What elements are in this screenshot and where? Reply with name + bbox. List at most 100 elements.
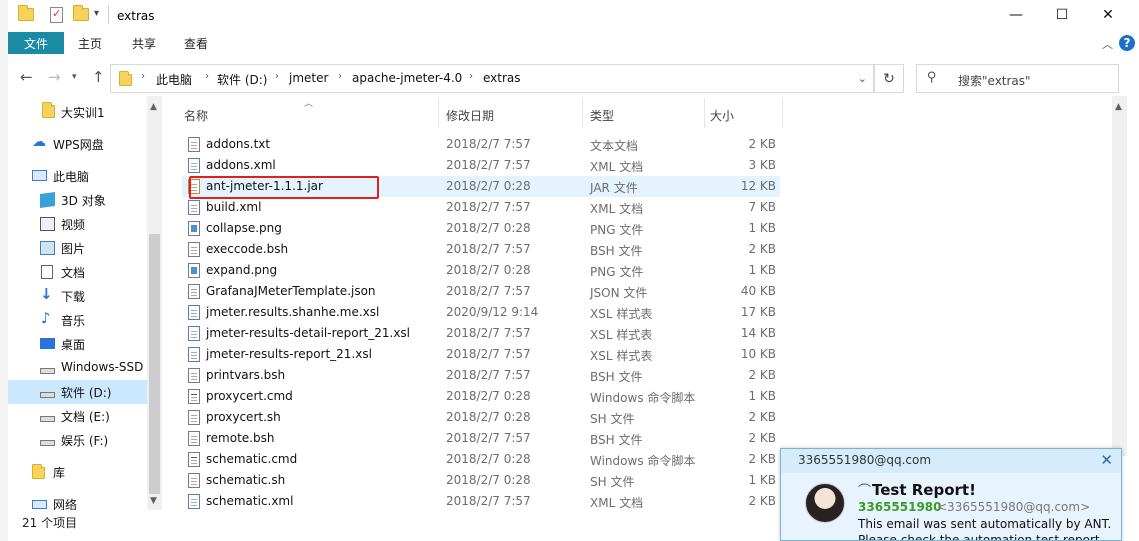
column-divider[interactable] [438, 98, 439, 128]
search-input[interactable]: ⚲ 搜索"extras" [916, 64, 1119, 93]
minimize-button[interactable]: — [993, 0, 1039, 30]
address-bar[interactable]: › 此电脑 › 软件 (D:) › jmeter › apache-jmeter… [110, 64, 874, 93]
file-type: BSH 文件 [590, 370, 643, 384]
file-name: GrafanaJMeterTemplate.json [206, 284, 376, 298]
scroll-up-icon[interactable]: ▲ [150, 102, 157, 112]
file-row[interactable]: jmeter.results.shanhe.me.xsl 2020/9/12 9:… [182, 302, 780, 323]
attachment-icon: ⌒ [858, 484, 872, 499]
column-divider[interactable] [782, 98, 783, 128]
refresh-button[interactable]: ↻ [874, 64, 904, 93]
breadcrumb-apache-jmeter[interactable]: apache-jmeter-4.0 [352, 71, 462, 85]
breadcrumb-extras[interactable]: extras [483, 71, 521, 85]
file-name: proxycert.cmd [206, 389, 293, 403]
refresh-icon: ↻ [883, 70, 895, 87]
file-row[interactable]: proxycert.sh 2018/2/7 0:28 SH 文件 2 KB [182, 407, 780, 428]
nav-item-videos[interactable]: 视频 [8, 212, 147, 236]
nav-item-libraries[interactable]: 库 [8, 460, 147, 484]
nav-scrollbar[interactable]: ▲ ▼ [147, 96, 162, 510]
ribbon-tabs: 文件 主页 共享 查看 ︿ ? [8, 32, 1139, 56]
file-list-scrollbar[interactable]: ▲ [1112, 96, 1127, 456]
file-size: 10 KB [740, 347, 776, 361]
file-name: schematic.sh [206, 473, 286, 487]
title-divider [108, 6, 109, 24]
file-date: 2018/2/7 7:57 [446, 158, 531, 172]
file-row[interactable]: jmeter-results-detail-report_21.xsl 2018/… [182, 323, 780, 344]
breadcrumb-separator-icon[interactable]: › [205, 71, 209, 82]
breadcrumb-this-pc[interactable]: 此电脑 [156, 71, 192, 88]
nav-item-music[interactable]: ♪ 音乐 [8, 308, 147, 332]
column-header-size[interactable]: 大小 [710, 107, 734, 124]
file-row[interactable]: execcode.bsh 2018/2/7 7:57 BSH 文件 2 KB [182, 239, 780, 260]
help-icon[interactable]: ? [1119, 35, 1135, 51]
nav-item-3d-objects[interactable]: 3D 对象 [8, 188, 147, 212]
new-folder-icon[interactable] [73, 5, 89, 21]
file-row[interactable]: build.xml 2018/2/7 7:57 XML 文档 7 KB [182, 197, 780, 218]
nav-item-drive-d[interactable]: 软件 (D:) [8, 380, 147, 404]
address-dropdown-chevron-icon[interactable]: ⌄ [858, 72, 867, 85]
3d-objects-icon [40, 191, 55, 209]
column-header-name[interactable]: 名称 [184, 107, 208, 124]
close-icon[interactable]: ✕ [1100, 451, 1113, 469]
file-row[interactable]: collapse.png 2018/2/7 0:28 PNG 文件 1 KB [182, 218, 780, 239]
tab-home[interactable]: 主页 [68, 32, 112, 54]
tab-share[interactable]: 共享 [122, 32, 166, 54]
expand-ribbon-chevron-icon[interactable]: ︿ [1102, 36, 1113, 52]
title-bar: ▾ extras — ☐ ✕ [8, 0, 1139, 32]
forward-arrow-icon[interactable]: → [48, 68, 61, 86]
file-date: 2018/2/7 7:57 [446, 137, 531, 151]
nav-item-windows-ssd[interactable]: Windows-SSD [8, 356, 147, 380]
file-row[interactable]: addons.xml 2018/2/7 7:57 XML 文档 3 KB [182, 155, 780, 176]
column-header-type[interactable]: 类型 [590, 107, 614, 124]
file-row[interactable]: expand.png 2018/2/7 0:28 PNG 文件 1 KB [182, 260, 780, 281]
file-type: JSON 文件 [590, 286, 648, 300]
breadcrumb-drive-d[interactable]: 软件 (D:) [217, 71, 267, 88]
file-row[interactable]: proxycert.cmd 2018/2/7 0:28 Windows 命令脚本 1 … [182, 386, 780, 407]
nav-item-this-pc[interactable]: 此电脑 [8, 164, 147, 188]
file-row[interactable]: schematic.sh 2018/2/7 0:28 SH 文件 1 KB [182, 470, 780, 491]
back-arrow-icon[interactable]: ← [20, 68, 33, 86]
file-row[interactable]: schematic.xml 2018/2/7 7:57 XML 文档 2 KB [182, 491, 780, 512]
file-row[interactable]: addons.txt 2018/2/7 7:57 文本文档 2 KB [182, 134, 780, 155]
image-file-icon [188, 221, 200, 236]
breadcrumb-separator-icon[interactable]: › [338, 71, 342, 82]
nav-item-downloads[interactable]: ↓ 下载 [8, 284, 147, 308]
recent-locations-chevron-icon[interactable]: ▾ [72, 72, 77, 82]
nav-item-drive-f[interactable]: 娱乐 (F:) [8, 428, 147, 452]
column-divider[interactable] [582, 98, 583, 128]
tab-file[interactable]: 文件 [8, 32, 64, 54]
file-row[interactable]: jmeter-results-report_21.xsl 2018/2/7 7:5… [182, 344, 780, 365]
properties-icon[interactable] [50, 7, 63, 23]
breadcrumb-jmeter[interactable]: jmeter [289, 71, 328, 85]
nav-item-drive-e[interactable]: 文档 (E:) [8, 404, 147, 428]
file-row[interactable]: schematic.cmd 2018/2/7 0:28 Windows 命令脚本 2 … [182, 449, 780, 470]
file-row[interactable]: printvars.bsh 2018/2/7 7:57 BSH 文件 2 KB [182, 365, 780, 386]
column-divider[interactable] [704, 98, 705, 128]
nav-item-wps-cloud[interactable]: ☁ WPS网盘 [8, 132, 147, 156]
tab-view[interactable]: 查看 [174, 32, 218, 54]
file-row[interactable]: remote.bsh 2018/2/7 7:57 BSH 文件 2 KB [182, 428, 780, 449]
scroll-up-icon[interactable]: ▲ [1115, 102, 1122, 112]
nav-scroll-thumb[interactable] [149, 234, 160, 494]
up-arrow-icon[interactable]: ↑ [92, 68, 105, 86]
file-size: 2 KB [748, 368, 776, 382]
file-type: 文本文档 [590, 139, 639, 153]
close-button[interactable]: ✕ [1085, 0, 1131, 30]
file-date: 2018/2/7 0:28 [446, 410, 531, 424]
file-row[interactable]: GrafanaJMeterTemplate.json 2018/2/7 7:57 J… [182, 281, 780, 302]
email-notification[interactable]: 3365551980@qq.com ✕ ⌒ Test Report! 33655… [780, 448, 1122, 541]
breadcrumb-separator-icon[interactable]: › [141, 71, 145, 82]
nav-item-pictures[interactable]: 图片 [8, 236, 147, 260]
nav-item-dashixun[interactable]: 大实训1 [8, 100, 147, 124]
nav-item-desktop[interactable]: 桌面 [8, 332, 147, 356]
quick-access-dropdown-icon[interactable]: ▾ [94, 8, 99, 19]
breadcrumb-separator-icon[interactable]: › [275, 71, 279, 82]
scroll-down-icon[interactable]: ▼ [150, 496, 157, 506]
breadcrumb-separator-icon[interactable]: › [469, 71, 473, 82]
nav-item-documents[interactable]: 文档 [8, 260, 147, 284]
maximize-button[interactable]: ☐ [1039, 0, 1085, 30]
column-header-date[interactable]: 修改日期 [446, 107, 494, 124]
network-icon [32, 500, 47, 509]
notification-message-line1: This email was sent automatically by ANT… [858, 517, 1112, 531]
file-type: XSL 样式表 [590, 307, 653, 321]
file-name: remote.bsh [206, 431, 275, 445]
